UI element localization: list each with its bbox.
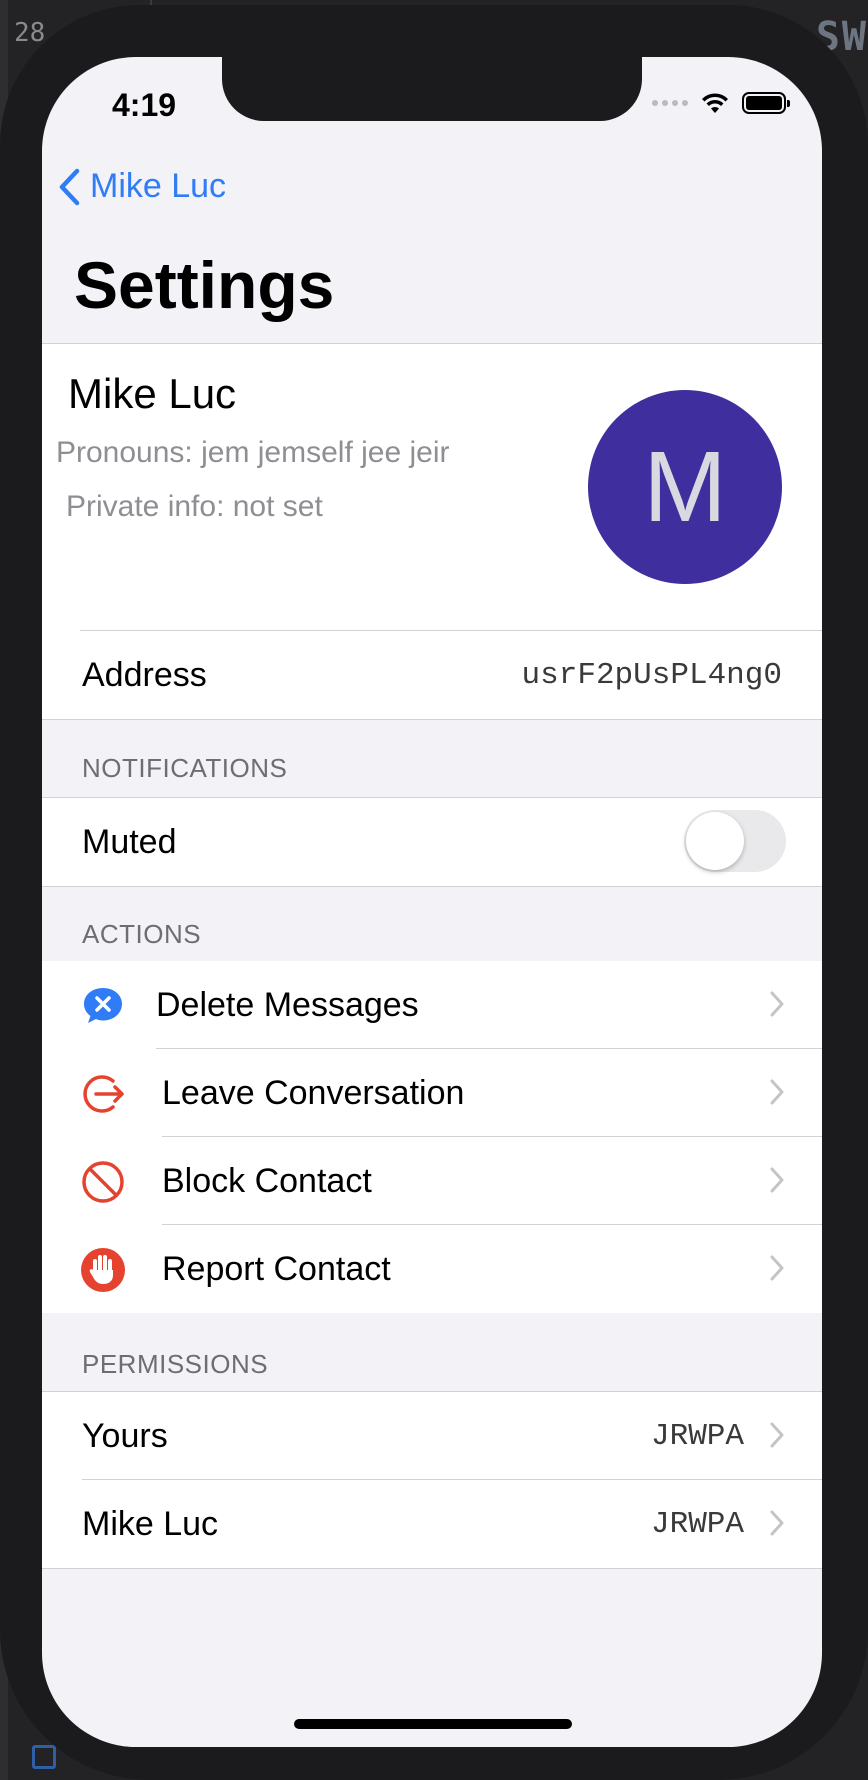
address-value: usrF2pUsPL4ng0: [521, 657, 782, 693]
chevron-right-icon: [770, 991, 784, 1017]
muted-toggle[interactable]: [684, 810, 786, 872]
muted-label: Muted: [82, 822, 177, 861]
address-label: Address: [82, 655, 207, 694]
action-delete-messages[interactable]: Delete Messages: [42, 961, 822, 1049]
permission-value: JRWPA: [650, 1418, 744, 1454]
cellular-signal-icon: [652, 100, 688, 106]
permissions-header: PERMISSIONS: [82, 1349, 269, 1379]
status-time: 4:19: [112, 87, 177, 123]
notifications-section: Muted: [42, 797, 822, 887]
profile-private-info: Private info: not set: [66, 490, 323, 523]
delete-messages-icon: [84, 988, 122, 1023]
avatar-initial: M: [643, 430, 727, 543]
action-label: Report Contact: [162, 1249, 391, 1288]
profile-card: Mike Luc Pronouns: jem jemself jee jeir …: [42, 343, 822, 631]
toggle-knob: [686, 812, 744, 870]
muted-row: Muted: [42, 798, 822, 886]
permission-row[interactable]: Yours JRWPA: [42, 1392, 822, 1480]
notch: [222, 57, 642, 121]
action-label: Delete Messages: [156, 985, 419, 1024]
profile-pronouns: Pronouns: jem jemself jee jeir: [56, 436, 450, 469]
address-row[interactable]: Address usrF2pUsPL4ng0: [42, 631, 822, 719]
phone-screen: 4:19 Mike Luc Settings Mike Luc Pronouns…: [42, 57, 822, 1747]
actions-header: ACTIONS: [82, 919, 202, 949]
avatar[interactable]: M: [588, 390, 782, 584]
actions-section: Delete Messages Leave Conversation Block: [42, 961, 822, 1313]
phone-frame: 4:19 Mike Luc Settings Mike Luc Pronouns…: [0, 5, 868, 1780]
permission-label: Mike Luc: [82, 1504, 219, 1543]
notifications-header: NOTIFICATIONS: [82, 753, 288, 783]
report-hand-icon: [81, 1248, 125, 1292]
permission-row[interactable]: Mike Luc JRWPA: [42, 1480, 822, 1568]
profile-name: Mike Luc: [68, 370, 237, 417]
background-text-left: 28: [14, 18, 46, 48]
permission-value: JRWPA: [650, 1506, 744, 1542]
action-label: Leave Conversation: [162, 1073, 465, 1112]
home-indicator[interactable]: [294, 1719, 572, 1729]
block-icon: [82, 1161, 124, 1203]
chevron-left-icon: [59, 168, 80, 205]
action-report-contact[interactable]: Report Contact: [42, 1225, 822, 1313]
chevron-right-icon: [770, 1079, 784, 1105]
permission-label: Yours: [82, 1416, 168, 1455]
background-file-icon: [32, 1745, 56, 1769]
wifi-icon: [702, 93, 728, 113]
chevron-right-icon: [770, 1255, 784, 1281]
back-button-label: Mike Luc: [90, 167, 227, 205]
leave-conversation-icon: [83, 1075, 124, 1113]
status-icons: [652, 91, 790, 115]
action-label: Block Contact: [162, 1161, 372, 1200]
permissions-section: Yours JRWPA Mike Luc JRWPA: [42, 1391, 822, 1569]
chevron-right-icon: [770, 1167, 784, 1193]
action-block-contact[interactable]: Block Contact: [42, 1137, 822, 1225]
back-button[interactable]: Mike Luc: [58, 167, 226, 206]
address-section: Address usrF2pUsPL4ng0: [42, 631, 822, 720]
chevron-right-icon: [770, 1422, 784, 1448]
page-title: Settings: [74, 248, 335, 322]
action-leave-conversation[interactable]: Leave Conversation: [42, 1049, 822, 1137]
battery-icon: [742, 92, 790, 114]
chevron-right-icon: [770, 1510, 784, 1536]
